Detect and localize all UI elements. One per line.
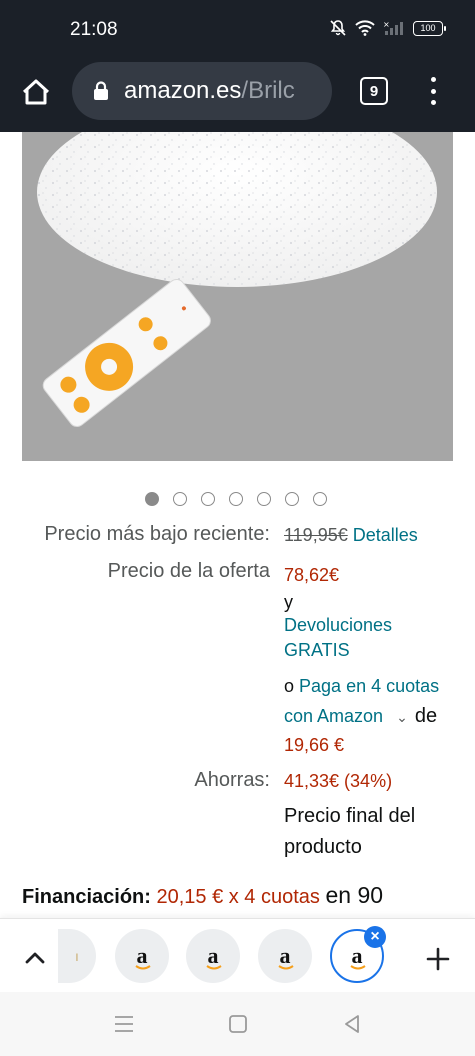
mute-icon — [329, 19, 347, 37]
installments-link[interactable]: Paga en 4 cuotas — [299, 676, 439, 696]
installments-row-2: con Amazon ⌄ de — [284, 705, 437, 728]
carousel-dot[interactable] — [229, 492, 243, 506]
free-returns-link-2[interactable]: GRATIS — [284, 640, 350, 661]
url-bar[interactable]: amazon.es/Brilc — [72, 62, 332, 120]
carousel-dot[interactable] — [173, 492, 187, 506]
installments-row: o Paga en 4 cuotas — [284, 676, 439, 697]
status-time: 21:08 — [70, 19, 118, 40]
amazon-logo-icon: a — [277, 945, 294, 970]
system-nav-bar — [0, 992, 475, 1056]
details-link[interactable]: Detalles — [353, 525, 418, 545]
financing-suffix: en 90 — [325, 882, 384, 908]
url-host: amazon.es — [124, 77, 242, 104]
final-price-note-1: Precio final del — [284, 805, 416, 827]
overflow-menu-icon[interactable] — [422, 74, 444, 108]
browser-toolbar: amazon.es/Brilc 9 — [0, 60, 475, 132]
installments-link-2[interactable]: con Amazon — [284, 706, 383, 726]
tab-switcher-button[interactable]: 9 — [360, 77, 388, 105]
status-bar: 21:08 × 100 — [0, 0, 475, 60]
tab-thumbnail[interactable]: a — [258, 929, 312, 983]
home-icon[interactable] — [16, 72, 56, 112]
offer-price: 78,62€ — [284, 565, 340, 585]
of-word: de — [414, 705, 438, 727]
battery-icon: 100 — [413, 20, 446, 36]
financing-row: Financiación: 20,15 € x 4 cuotas en 90 — [22, 882, 383, 909]
chevron-up-icon[interactable] — [20, 943, 50, 973]
free-returns-link-1[interactable]: Devoluciones — [284, 615, 392, 636]
status-icons: × 100 — [329, 19, 446, 37]
carousel-dot[interactable] — [313, 492, 327, 506]
or-word: o — [284, 676, 295, 696]
tab-thumbnail[interactable]: a — [186, 929, 240, 983]
url-path: /Brilc — [241, 77, 295, 104]
image-carousel-dots — [145, 492, 327, 506]
ceiling-lamp-illustration — [37, 132, 437, 427]
recent-low-label: Precio más bajo reciente: — [44, 523, 270, 545]
and-word: y — [284, 592, 293, 612]
carousel-dot[interactable] — [285, 492, 299, 506]
recent-low-price: 119,95€ — [284, 525, 348, 545]
signal-icon: × — [383, 20, 405, 36]
back-icon[interactable] — [340, 1012, 364, 1036]
svg-text:×: × — [383, 20, 390, 29]
carousel-dot-active[interactable] — [145, 492, 159, 506]
lock-icon — [90, 79, 112, 103]
financing-value[interactable]: 20,15 € x 4 cuotas — [156, 886, 319, 908]
carousel-dot[interactable] — [257, 492, 271, 506]
offer-label: Precio de la oferta — [107, 560, 270, 582]
product-image[interactable] — [22, 132, 453, 461]
tab-favicon-partial: ı — [75, 948, 79, 964]
financing-label: Financiación: — [22, 886, 151, 908]
wifi-icon — [355, 20, 375, 36]
recents-icon[interactable] — [112, 1012, 136, 1036]
amazon-logo-icon: a — [349, 945, 366, 970]
url-text: amazon.es/Brilc — [124, 77, 295, 105]
recent-low-price-row: 119,95€ Detalles — [284, 525, 418, 546]
carousel-dot[interactable] — [201, 492, 215, 506]
amazon-logo-icon: a — [205, 945, 222, 970]
chevron-down-icon[interactable]: ⌄ — [396, 709, 408, 725]
installment-amount: 19,66 € — [284, 735, 345, 755]
tab-strip: ı a a a a — [0, 918, 475, 992]
home-nav-icon[interactable] — [226, 1012, 250, 1036]
close-tab-icon[interactable]: × — [364, 926, 386, 948]
amazon-logo-icon: a — [134, 945, 151, 970]
savings-label: Ahorras: — [194, 769, 270, 791]
tab-thumbnail[interactable]: a — [115, 929, 169, 983]
final-price-note-2: producto — [284, 836, 362, 858]
tab-thumbnail-partial[interactable]: ı — [58, 929, 96, 983]
add-tab-icon[interactable] — [424, 945, 452, 973]
savings-value: 41,33€ (34%) — [284, 771, 393, 791]
